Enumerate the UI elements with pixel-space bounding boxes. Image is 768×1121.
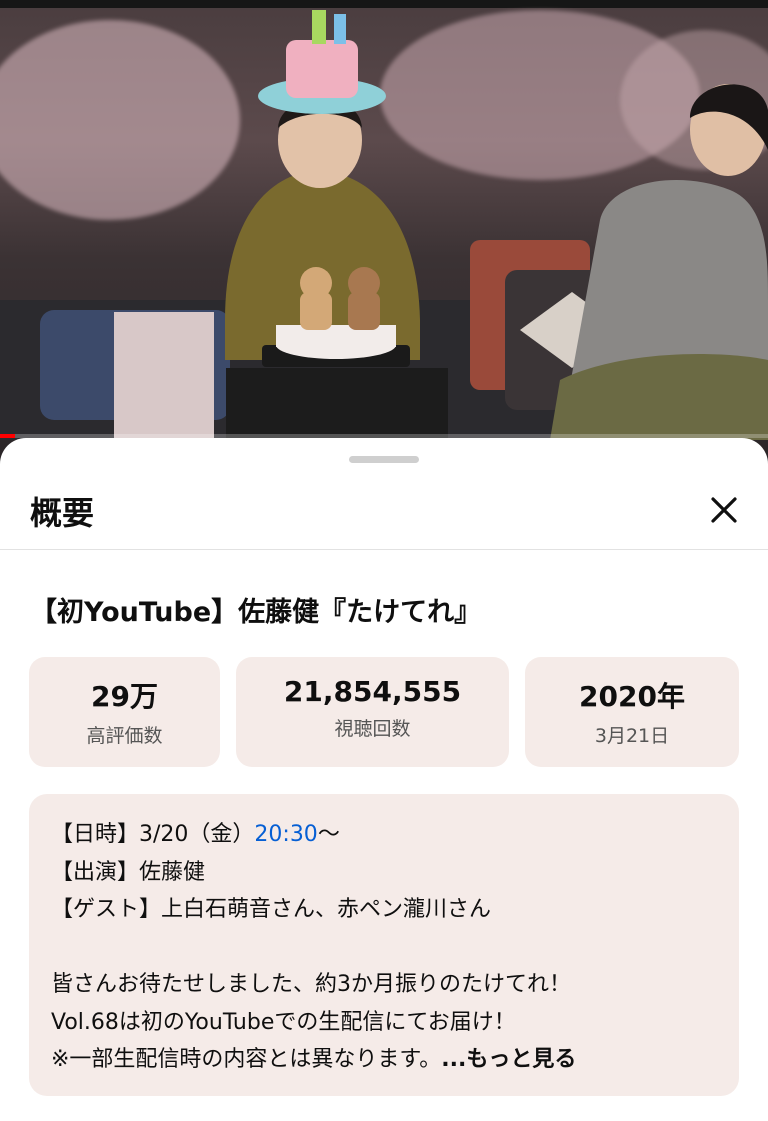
likes-stat: 29万 高評価数 — [29, 657, 220, 767]
drag-handle[interactable] — [349, 456, 419, 463]
description-line-cast: 【出演】佐藤健 — [51, 859, 206, 885]
views-label: 視聴回数 — [334, 718, 411, 740]
time-link[interactable]: 20:30 — [254, 822, 317, 847]
description-line-intro: 皆さんお待たせしました、約3か月振りのたけてれ！ — [51, 972, 571, 997]
description-line-datetime: 【日時】3/20（金）20:30〜 — [51, 816, 739, 854]
datetime-suffix: 〜 — [317, 822, 340, 847]
video-frame — [0, 10, 768, 440]
description-box[interactable]: 【日時】3/20（金）20:30〜 【出演】佐藤健 【ゲスト】上白石萌音さん、赤… — [29, 794, 739, 1096]
description-spacer — [51, 929, 739, 967]
video-title: 【初YouTube】佐藤健『たけてれ』 — [30, 597, 482, 628]
likes-count: 29万 — [91, 680, 158, 713]
close-icon — [711, 497, 737, 523]
video-player[interactable] — [0, 0, 768, 470]
description-sheet: 概要 【初YouTube】佐藤健『たけてれ』 29万 高評価数 21,854,5… — [0, 438, 768, 1121]
sheet-title: 概要 — [30, 494, 95, 532]
views-stat: 21,854,555 視聴回数 — [236, 657, 509, 767]
description-note-text: ※一部生配信時の内容とは異なります。 — [51, 1047, 442, 1072]
date-stat: 2020年 3月21日 — [525, 657, 739, 767]
show-more-button[interactable]: ...もっと見る — [441, 1047, 576, 1072]
divider — [0, 549, 768, 550]
description-line-note: ※一部生配信時の内容とは異なります。...もっと見る — [51, 1041, 739, 1079]
upload-year: 2020年 — [579, 680, 685, 713]
views-count: 21,854,555 — [283, 675, 462, 708]
description-line-vol: Vol.68は初のYouTubeでの生配信にてお届け！ — [51, 1009, 516, 1035]
description-line-guests: 【ゲスト】上白石萌音さん、赤ペン瀧川さん — [51, 897, 492, 922]
close-button[interactable] — [700, 486, 748, 534]
video-progress-fill — [0, 434, 16, 438]
likes-label: 高評価数 — [86, 725, 163, 747]
upload-date: 3月21日 — [594, 725, 670, 747]
datetime-prefix: 【日時】3/20（金） — [51, 822, 255, 847]
